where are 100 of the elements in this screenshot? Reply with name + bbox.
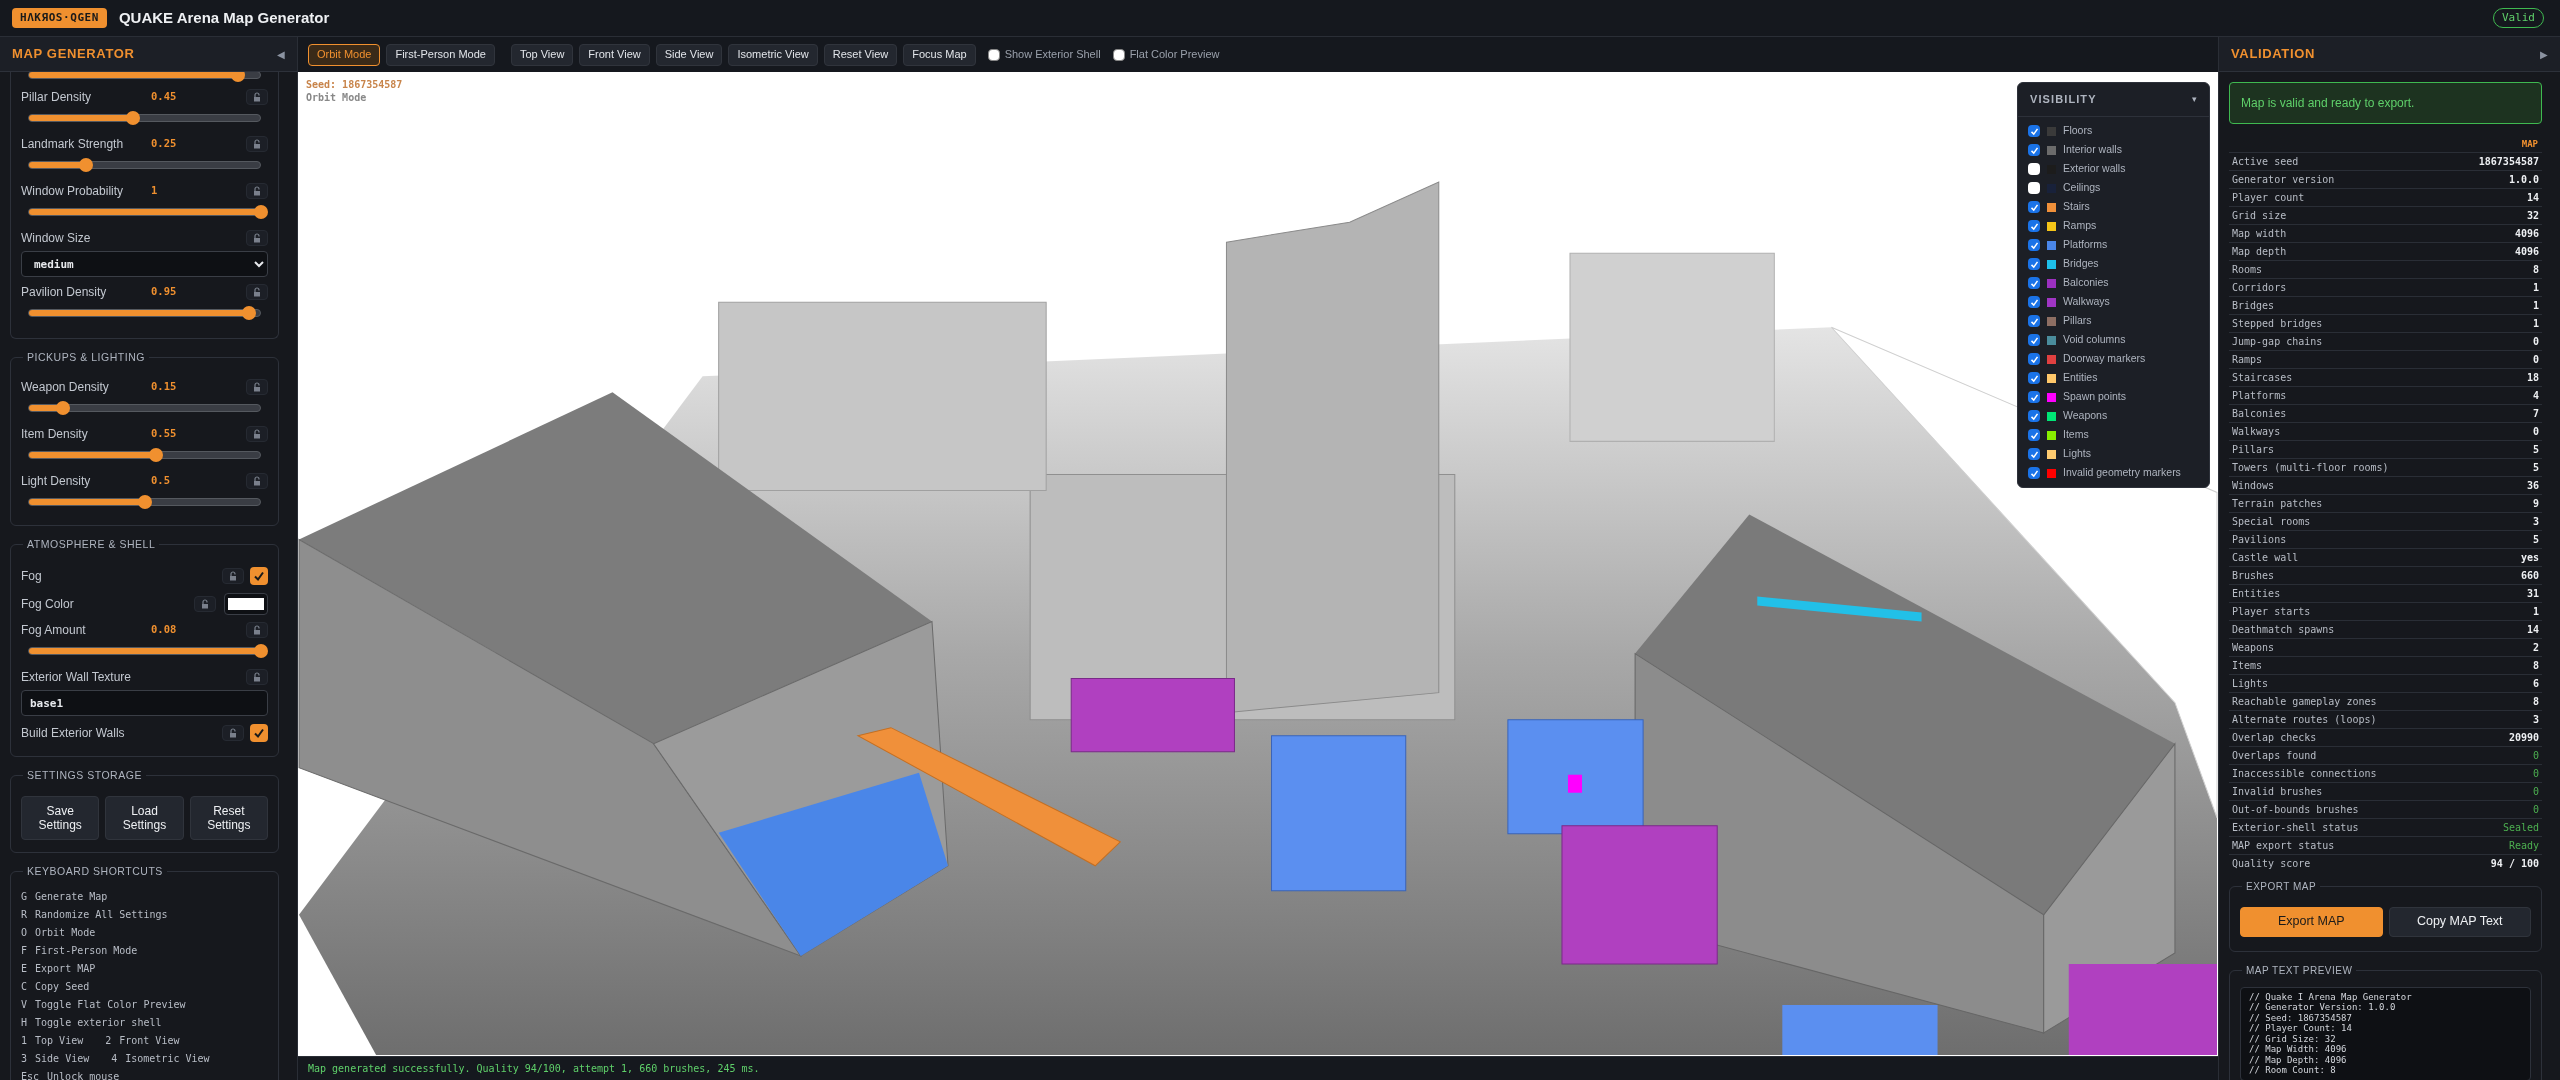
app-title: QUAKE Arena Map Generator <box>118 7 330 28</box>
toolbar-button[interactable]: Front View <box>579 43 650 66</box>
slider-thumb[interactable] <box>149 448 164 462</box>
stat-label: Pavilions <box>2232 532 2287 547</box>
checkbox[interactable] <box>2028 258 2040 270</box>
stat-label: Jump-gap chains <box>2232 334 2323 349</box>
slider-thumb[interactable] <box>230 72 245 82</box>
lock-button[interactable] <box>246 379 268 395</box>
lock-button[interactable] <box>246 230 268 246</box>
slider-thumb[interactable] <box>137 495 152 509</box>
lock-button[interactable] <box>246 183 268 199</box>
toolbar-button[interactable]: Reset View <box>823 43 898 66</box>
checkbox[interactable] <box>2028 334 2040 346</box>
checkbox[interactable] <box>2028 163 2040 175</box>
dropdown[interactable]: medium <box>21 251 268 277</box>
layer-label: Balconies <box>2063 275 2109 291</box>
checkbox[interactable] <box>2028 296 2040 308</box>
shortcut-key: 4 <box>111 1050 118 1068</box>
checkbox[interactable] <box>2028 410 2040 422</box>
checkbox[interactable] <box>2028 201 2040 213</box>
setting-label: Window Size <box>21 230 91 247</box>
stat-value: 20990 <box>2508 730 2539 745</box>
stat-value: 4 <box>2532 388 2539 403</box>
checkbox[interactable] <box>2028 144 2040 156</box>
checkbox[interactable] <box>250 724 268 742</box>
checkbox[interactable] <box>2028 467 2040 479</box>
slider-thumb[interactable] <box>254 644 268 658</box>
stat-label: Balconies <box>2232 406 2287 421</box>
shortcut-action: Randomize All Settings <box>35 908 168 922</box>
slider-thumb[interactable] <box>79 158 94 172</box>
shortcut-action: Unlock mouse <box>47 1070 120 1080</box>
padlock-icon <box>228 728 238 738</box>
settings-button[interactable]: Reset Settings <box>189 796 268 840</box>
padlock-icon <box>252 382 262 392</box>
stat-label: Towers (multi-floor rooms) <box>2232 460 2389 475</box>
shortcut-action: Toggle Flat Color Preview <box>35 998 186 1012</box>
toolbar-button[interactable]: Focus Map <box>903 43 976 66</box>
checkbox[interactable] <box>2028 448 2040 460</box>
toolbar-button[interactable]: Isometric View <box>728 43 818 66</box>
slider-thumb[interactable] <box>55 401 70 415</box>
checkbox[interactable] <box>2028 353 2040 365</box>
checkbox[interactable] <box>2028 239 2040 251</box>
lock-button[interactable] <box>246 284 268 300</box>
shortcut-key: O <box>21 924 28 942</box>
padlock-icon <box>252 429 262 439</box>
lock-button[interactable] <box>194 596 216 612</box>
stat-label: MAP export status <box>2232 838 2335 853</box>
stat-value: 3 <box>2532 514 2539 529</box>
checkbox[interactable] <box>2028 220 2040 232</box>
lock-button[interactable] <box>246 622 268 638</box>
lock-button[interactable] <box>246 136 268 152</box>
collapse-button[interactable]: ◀ <box>277 46 285 62</box>
stat-label: Castle wall <box>2232 550 2299 565</box>
setting-label: Light Density <box>21 473 92 490</box>
toolbar-button[interactable]: Top View <box>510 43 574 66</box>
copy-button[interactable]: Copy MAP Text <box>2388 906 2531 937</box>
slider-thumb[interactable] <box>125 111 140 125</box>
color-picker[interactable] <box>224 593 268 615</box>
collapse-button[interactable]: ▶ <box>2540 46 2548 62</box>
checkbox[interactable] <box>987 48 1000 61</box>
lock-button[interactable] <box>246 89 268 105</box>
settings-button[interactable]: Load Settings <box>105 796 184 840</box>
checkbox[interactable] <box>2028 391 2040 403</box>
checkbox[interactable] <box>2028 277 2040 289</box>
checkbox[interactable] <box>2028 315 2040 327</box>
column-header: MAP <box>2521 138 2538 151</box>
export-button[interactable]: Export MAP <box>2240 906 2383 937</box>
slider-thumb[interactable] <box>242 306 257 320</box>
checkbox[interactable] <box>2028 372 2040 384</box>
stat-label: Windows <box>2232 478 2275 493</box>
toolbar-button[interactable]: Side View <box>655 43 723 66</box>
check-icon <box>253 727 265 739</box>
text-field[interactable]: base1 <box>21 690 268 716</box>
lock-button[interactable] <box>246 669 268 685</box>
stat-label: Corridors <box>2232 280 2287 295</box>
checkbox[interactable] <box>2028 429 2040 441</box>
stat-value: 8 <box>2532 658 2539 673</box>
stat-label: Walkways <box>2232 424 2281 439</box>
stat-value: yes <box>2520 550 2539 565</box>
slider-thumb[interactable] <box>254 205 268 219</box>
checkbox[interactable] <box>250 567 268 585</box>
collapse-button[interactable]: ▾ <box>2192 92 2197 107</box>
settings-button[interactable]: Save Settings <box>21 796 100 840</box>
checkbox[interactable] <box>2028 182 2040 194</box>
toolbar-button[interactable]: First-Person Mode <box>386 43 495 66</box>
toolbar-button[interactable]: Orbit Mode <box>308 43 381 66</box>
lock-button[interactable] <box>222 568 244 584</box>
setting-label: Build Exterior Walls <box>21 725 126 742</box>
seed-label: Seed: 1867354587 <box>306 78 403 91</box>
checkbox[interactable] <box>2028 125 2040 137</box>
lock-button[interactable] <box>222 725 244 741</box>
setting-value: 1 <box>151 183 158 199</box>
setting-label: Pillar Density <box>21 89 93 106</box>
padlock-icon <box>228 571 238 581</box>
lock-button[interactable] <box>246 426 268 442</box>
success-alert: Map is valid and ready to export. <box>2229 82 2542 124</box>
stat-value: 1 <box>2532 316 2539 331</box>
stat-value: 6 <box>2532 676 2539 691</box>
checkbox[interactable] <box>1112 48 1125 61</box>
lock-button[interactable] <box>246 473 268 489</box>
